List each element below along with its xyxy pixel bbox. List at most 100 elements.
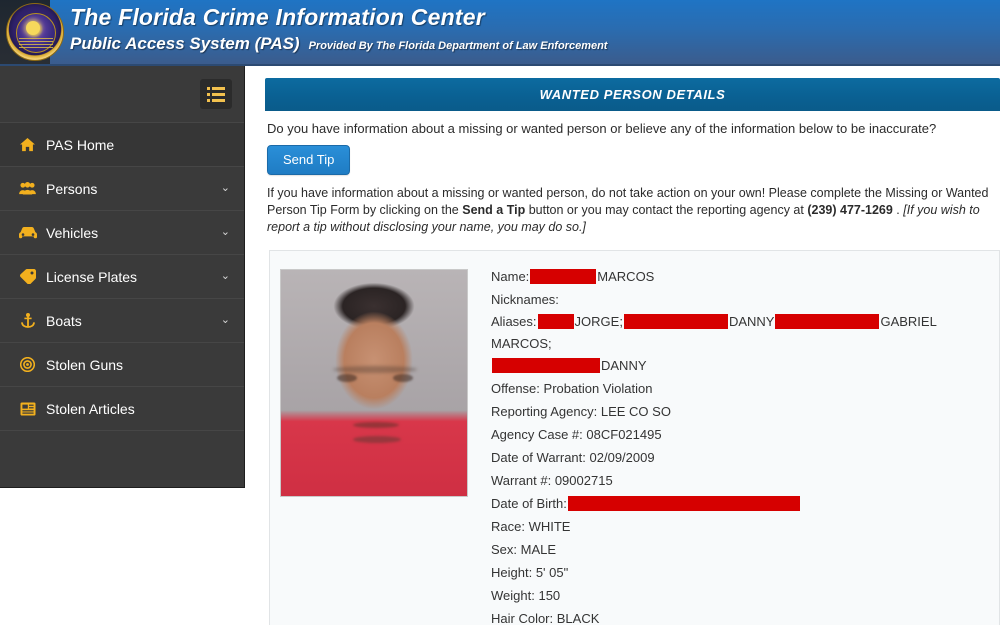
chevron-down-icon[interactable]: ⌄	[221, 315, 230, 326]
sidebar-item-label: Stolen Guns	[46, 356, 124, 373]
seal-stripes	[19, 38, 53, 50]
mugshot-photo	[280, 269, 468, 497]
sidebar-item-label: Stolen Articles	[46, 400, 135, 417]
site-subtitle: Public Access System (PAS)	[70, 34, 300, 53]
news-icon	[18, 402, 37, 416]
field-warrant-number: Warrant #: 09002715	[491, 469, 985, 492]
field-name-label: Name:	[491, 269, 530, 284]
send-tip-button[interactable]: Send Tip	[267, 145, 351, 175]
sidebar-toolbar	[0, 66, 244, 122]
field-height: Height: 5' 05"	[491, 561, 985, 584]
header-titles: The Florida Crime Information Center Pub…	[70, 2, 607, 58]
alias-1: JORGE;	[574, 314, 623, 329]
field-warrant-number-value: 09002715	[554, 473, 613, 488]
sidebar-item-license-plates[interactable]: License Plates ⌄	[0, 254, 244, 298]
field-reporting-agency: Reporting Agency: LEE CO SO	[491, 400, 985, 423]
alias-4: DANNY	[601, 358, 647, 373]
photo-column	[270, 251, 475, 625]
alias-2: DANNY	[728, 314, 775, 329]
sidebar-item-label: PAS Home	[46, 136, 115, 153]
field-name: Name: MARCOS	[491, 265, 985, 288]
home-icon	[18, 137, 37, 152]
field-warrant-number-label: Warrant #:	[491, 473, 552, 488]
field-date-of-warrant: Date of Warrant: 02/09/2009	[491, 446, 985, 469]
redaction-bar	[492, 358, 600, 374]
field-offense-value: Probation Violation	[543, 381, 653, 396]
site-title: The Florida Crime Information Center	[70, 4, 485, 30]
sidebar-item-stolen-articles[interactable]: Stolen Articles	[0, 386, 244, 430]
field-hair-color: Hair Color: BLACK	[491, 607, 985, 625]
field-agency-case-label: Agency Case #:	[491, 427, 583, 442]
field-date-of-birth-label: Date of Birth:	[491, 496, 567, 511]
redaction-bar	[623, 314, 728, 330]
sidebar-item-label: Vehicles	[46, 224, 99, 241]
menu-dot	[207, 86, 210, 90]
target-icon	[18, 357, 37, 372]
car-icon	[18, 226, 37, 239]
list-icon[interactable]	[200, 79, 232, 109]
field-agency-case-value: 08CF021495	[586, 427, 662, 442]
tip-part-2: button or you may contact the reporting …	[525, 203, 808, 217]
field-date-of-warrant-value: 02/09/2009	[589, 450, 655, 465]
sidebar-item-stolen-guns[interactable]: Stolen Guns	[0, 342, 244, 386]
sidebar-item-vehicles[interactable]: Vehicles ⌄	[0, 210, 244, 254]
menu-row-2	[207, 92, 225, 96]
anchor-icon	[18, 313, 37, 328]
sidebar-item-persons[interactable]: Persons ⌄	[0, 166, 244, 210]
users-icon	[18, 182, 37, 195]
sidebar-item-label: Persons	[46, 180, 98, 197]
mug-mouth	[353, 436, 401, 443]
person-fields: Name: MARCOS Nicknames: Aliases: JORGE; DAN…	[475, 251, 999, 625]
field-hair-color-value: BLACK	[556, 611, 600, 625]
mug-eye-left	[337, 374, 357, 382]
wanted-person-detail-card: Name: MARCOS Nicknames: Aliases: JORGE; DAN…	[269, 250, 1000, 625]
field-date-of-warrant-label: Date of Warrant:	[491, 450, 586, 465]
field-aliases: Aliases: JORGE; DANNY GABRIEL MARCOS; DANNY	[491, 311, 985, 377]
sidebar-item-pas-home[interactable]: PAS Home	[0, 122, 244, 166]
mug-moustache	[353, 422, 399, 428]
menu-bar	[212, 98, 225, 102]
field-nicknames-label: Nicknames:	[491, 292, 559, 307]
field-aliases-label: Aliases:	[491, 314, 537, 329]
field-sex-label: Sex:	[491, 542, 518, 557]
field-date-of-birth: Date of Birth:	[491, 492, 985, 515]
sidebar-nav-list: PAS Home Persons ⌄ Vehicles ⌄ License Pl…	[0, 122, 244, 430]
seal-sun	[26, 21, 40, 35]
field-nicknames: Nicknames:	[491, 288, 985, 311]
menu-dot	[207, 98, 210, 102]
menu-row-1	[207, 86, 225, 90]
field-reporting-agency-value: LEE CO SO	[600, 404, 671, 419]
page-body: PAS Home Persons ⌄ Vehicles ⌄ License Pl…	[0, 66, 1000, 625]
tip-bold-send-a-tip: Send a Tip	[462, 203, 526, 217]
site-header: The Florida Crime Information Center Pub…	[0, 0, 1000, 66]
chevron-down-icon[interactable]: ⌄	[221, 227, 230, 238]
field-race: Race: WHITE	[491, 515, 985, 538]
header-sub-row: Public Access System (PAS) Provided By T…	[70, 32, 607, 58]
field-sex: Sex: MALE	[491, 538, 985, 561]
field-race-value: WHITE	[528, 519, 571, 534]
mug-brow	[333, 366, 417, 373]
menu-bar	[212, 86, 225, 90]
sidebar-item-label: License Plates	[46, 268, 138, 285]
sidebar-item-label: Boats	[46, 312, 82, 329]
field-reporting-agency-label: Reporting Agency:	[491, 404, 598, 419]
page-title-banner: WANTED PERSON DETAILS	[265, 78, 1000, 111]
field-weight-value: 150	[538, 588, 561, 603]
field-height-value: 5' 05"	[535, 565, 569, 580]
field-weight: Weight: 150	[491, 584, 985, 607]
field-offense-label: Offense:	[491, 381, 540, 396]
field-offense: Offense: Probation Violation	[491, 377, 985, 400]
menu-row-3	[207, 98, 225, 102]
chevron-down-icon[interactable]: ⌄	[221, 183, 230, 194]
mug-eye-right	[393, 374, 413, 382]
tag-icon	[18, 269, 37, 284]
tip-instructions-paragraph: If you have information about a missing …	[267, 185, 997, 236]
chevron-down-icon[interactable]: ⌄	[221, 271, 230, 282]
redaction-bar	[537, 314, 574, 330]
tip-question-text: Do you have information about a missing …	[267, 121, 937, 136]
field-hair-color-label: Hair Color:	[491, 611, 554, 625]
field-height-label: Height:	[491, 565, 533, 580]
sidebar: PAS Home Persons ⌄ Vehicles ⌄ License Pl…	[0, 66, 245, 488]
sidebar-item-boats[interactable]: Boats ⌄	[0, 298, 244, 342]
field-weight-label: Weight:	[491, 588, 535, 603]
